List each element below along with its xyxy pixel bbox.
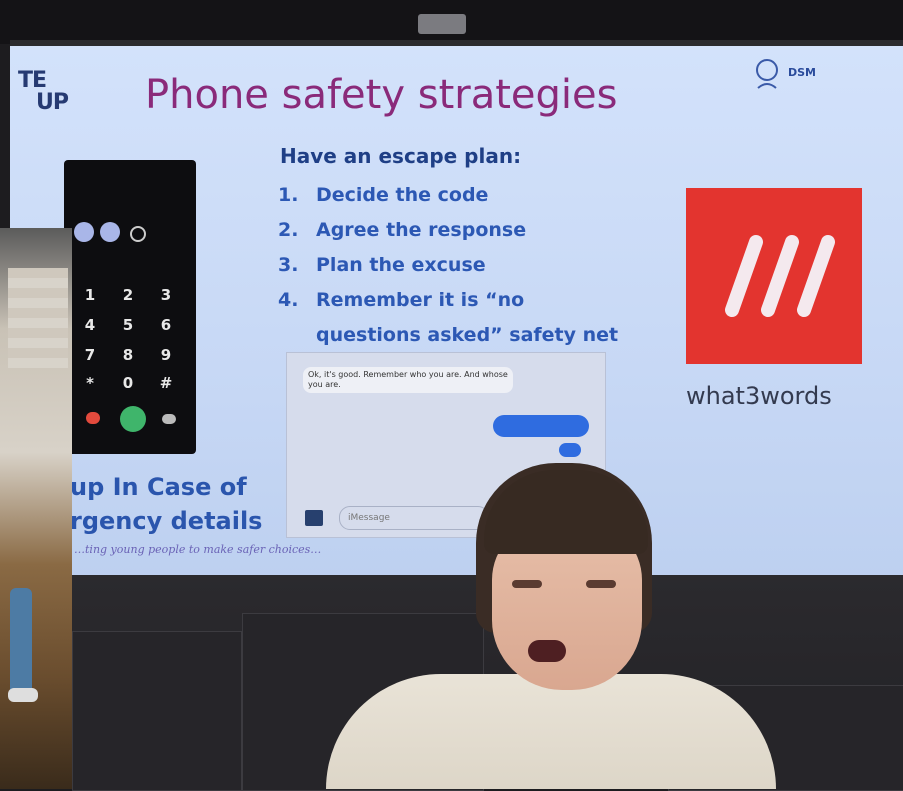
call-icon (120, 406, 146, 432)
end-call-icon (86, 412, 100, 424)
person-leg (10, 588, 32, 698)
presenter-eye (586, 580, 616, 588)
shoe (8, 688, 38, 702)
slashes-icon (725, 235, 835, 317)
list-item: 1. Decide the code (278, 184, 489, 206)
presenter-eye (512, 580, 542, 588)
reply-bubble-tail (559, 443, 581, 457)
keypad-key: # (159, 374, 173, 392)
incoming-message: Ok, it's good. Remember who you are. And… (303, 367, 513, 393)
ice-line1: up In Case of (70, 473, 247, 501)
keypad-key: 4 (84, 316, 96, 334)
keypad-key: 3 (160, 286, 172, 304)
outgoing-message (493, 415, 589, 437)
keypad-key: 8 (122, 346, 134, 364)
ice-line2: rgency details (70, 507, 263, 535)
slide-title: Phone safety strategies (145, 72, 618, 118)
keypad-key: 5 (122, 316, 134, 334)
keypad-key: 2 (122, 286, 134, 304)
keypad-key: 6 (160, 316, 172, 334)
keypad-key: 9 (160, 346, 172, 364)
keypad-key: 1 (84, 286, 96, 304)
phone-screenshot: 1 2 3 4 5 6 7 8 9 * 0 # (64, 160, 196, 454)
inset-photo (0, 228, 72, 789)
wall-pattern (8, 268, 68, 368)
what3words-label: what3words (686, 382, 832, 410)
projector-device (418, 14, 466, 34)
logo-left-line1: TE (18, 68, 47, 93)
stage-panel (72, 631, 242, 791)
escape-plan-heading: Have an escape plan: (280, 144, 522, 168)
presenter-mouth (528, 640, 566, 662)
list-item: 3. Plan the excuse (278, 254, 486, 276)
list-item-continuation: questions asked” safety net (316, 324, 619, 346)
contact-avatar (100, 222, 120, 242)
message-input: iMessage (339, 506, 489, 530)
slide-footer: …ting young people to make safer choices… (74, 543, 322, 556)
keypad-key: 7 (84, 346, 96, 364)
dsm-logo: DSM (752, 58, 872, 102)
keypad-key: 0 (122, 374, 134, 392)
logo-right-brand: DSM (788, 66, 816, 79)
list-item: 2. Agree the response (278, 219, 527, 241)
add-icon (130, 226, 146, 242)
app-store-icon (305, 510, 323, 526)
list-item: 4. Remember it is “no (278, 289, 525, 311)
ice-details-text: up In Case of rgency details (70, 470, 262, 538)
what3words-logo (686, 188, 862, 364)
steps-list: 1. Decide the code 2. Agree the response 3… (278, 178, 618, 353)
teup-logo: TE UP (18, 70, 88, 122)
face-logo-icon (756, 59, 778, 89)
keypad-key: * (86, 374, 94, 392)
message-icon (162, 414, 176, 424)
contact-avatar (74, 222, 94, 242)
logo-left-line2: UP (36, 90, 69, 115)
presenter-sweater (326, 674, 776, 789)
